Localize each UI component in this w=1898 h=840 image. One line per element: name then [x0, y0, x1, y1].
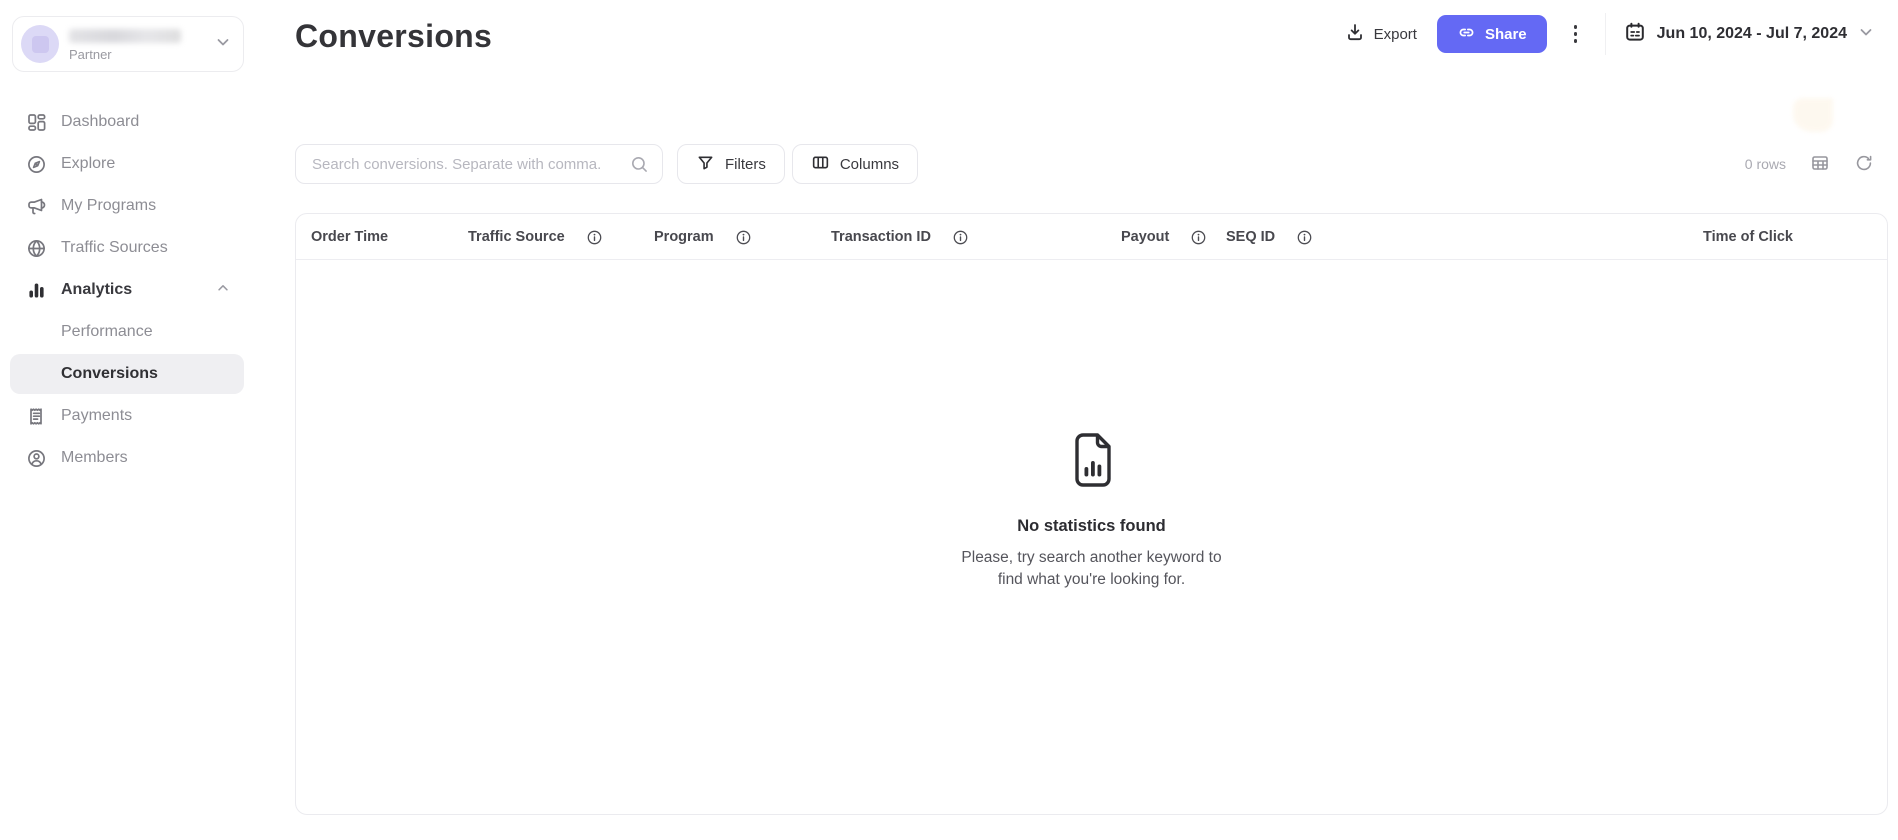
sidebar-item-explore[interactable]: Explore: [10, 144, 244, 184]
empty-state-message: Please, try search another keyword to fi…: [961, 547, 1221, 592]
table-body: No statistics found Please, try search a…: [296, 260, 1887, 815]
chevron-up-icon: [216, 281, 230, 300]
account-switcher[interactable]: Partner: [12, 16, 244, 72]
calendar-icon: [1624, 21, 1646, 48]
download-icon: [1345, 22, 1365, 46]
sidebar-item-payments[interactable]: Payments: [10, 396, 244, 436]
sidebar-item-members[interactable]: Members: [10, 438, 244, 478]
search-input[interactable]: [296, 145, 662, 183]
refresh-button[interactable]: [1852, 151, 1876, 178]
column-label: SEQ ID: [1226, 229, 1275, 245]
sidebar-item-conversions[interactable]: Conversions: [10, 354, 244, 394]
column-header-transaction-id: Transaction ID: [831, 214, 968, 260]
sidebar-item-label: Dashboard: [61, 113, 139, 131]
no-statistics-document-icon: [1068, 430, 1116, 495]
chevron-down-icon: [215, 34, 231, 55]
rows-count: 0 rows: [1745, 156, 1786, 172]
sidebar-item-analytics[interactable]: Analytics: [10, 270, 244, 310]
sidebar-item-label: Traffic Sources: [61, 239, 168, 257]
sidebar-item-label: Conversions: [61, 365, 158, 383]
sidebar: Partner Dashboard: [0, 0, 254, 840]
link-icon: [1457, 23, 1476, 46]
sidebar-item-my-programs[interactable]: My Programs: [10, 186, 244, 226]
funnel-icon: [696, 153, 715, 176]
column-label: Program: [654, 229, 714, 245]
column-label: Payout: [1121, 229, 1169, 245]
column-header-program: Program: [654, 214, 751, 260]
faint-artifact: [1793, 98, 1833, 132]
sidebar-item-label: Performance: [61, 323, 153, 341]
account-role-label: Partner: [69, 47, 215, 62]
search-box: [295, 144, 663, 184]
empty-state-message-line2: find what you're looking for.: [998, 571, 1185, 588]
header-actions: Export Share Jun 10, 2024 - Jul 7,: [1341, 14, 1876, 54]
filters-label: Filters: [725, 156, 766, 173]
columns-button[interactable]: Columns: [792, 144, 918, 184]
info-icon[interactable]: [736, 230, 751, 245]
export-label: Export: [1374, 26, 1417, 43]
column-header-order-time: Order Time: [311, 214, 388, 260]
megaphone-icon: [26, 196, 47, 217]
page-title: Conversions: [295, 18, 492, 55]
info-icon[interactable]: [587, 230, 602, 245]
columns-icon: [811, 153, 830, 176]
globe-icon: [26, 238, 47, 259]
column-header-time-of-click: Time of Click: [1703, 214, 1793, 260]
dashboard-grid-icon: [26, 112, 47, 133]
sidebar-nav: Dashboard Explore: [0, 100, 254, 480]
info-icon[interactable]: [953, 230, 968, 245]
column-label: Order Time: [311, 229, 388, 245]
empty-state-title: No statistics found: [1017, 517, 1166, 536]
column-label: Traffic Source: [468, 229, 565, 245]
table-grid-icon: [1810, 153, 1830, 176]
share-label: Share: [1485, 26, 1527, 43]
compass-icon: [26, 154, 47, 175]
chevron-down-icon: [1858, 24, 1874, 45]
info-icon[interactable]: [1191, 230, 1206, 245]
share-button[interactable]: Share: [1437, 15, 1547, 53]
search-icon: [630, 155, 649, 179]
sidebar-item-label: My Programs: [61, 197, 156, 215]
account-name-redacted: [69, 29, 181, 43]
header-divider: [1605, 13, 1606, 55]
date-range-label: Jun 10, 2024 - Jul 7, 2024: [1657, 25, 1847, 43]
sidebar-item-performance[interactable]: Performance: [10, 312, 244, 352]
more-options-button[interactable]: [1563, 15, 1589, 53]
columns-label: Columns: [840, 156, 899, 173]
table-header-row: Order Time Traffic Source Program: [296, 214, 1887, 260]
filters-button[interactable]: Filters: [677, 144, 785, 184]
sidebar-item-label: Analytics: [61, 281, 132, 299]
account-meta: Partner: [69, 27, 215, 62]
sidebar-item-traffic-sources[interactable]: Traffic Sources: [10, 228, 244, 268]
empty-state: No statistics found Please, try search a…: [961, 260, 1221, 592]
receipt-icon: [26, 406, 47, 427]
refresh-icon: [1854, 153, 1874, 176]
bar-chart-icon: [26, 280, 47, 301]
column-label: Transaction ID: [831, 229, 931, 245]
sidebar-item-label: Explore: [61, 155, 115, 173]
sidebar-item-label: Payments: [61, 407, 132, 425]
export-button[interactable]: Export: [1341, 16, 1421, 52]
column-header-seq-id: SEQ ID: [1226, 214, 1312, 260]
member-icon: [26, 448, 47, 469]
column-header-traffic-source: Traffic Source: [468, 214, 602, 260]
avatar: [21, 25, 59, 63]
table-density-button[interactable]: [1808, 151, 1832, 178]
empty-state-message-line1: Please, try search another keyword to: [961, 549, 1221, 566]
sidebar-item-label: Members: [61, 449, 128, 467]
conversions-table: Order Time Traffic Source Program: [295, 213, 1888, 815]
sidebar-item-dashboard[interactable]: Dashboard: [10, 102, 244, 142]
table-toolbar: Filters Columns 0 rows: [295, 144, 1876, 184]
info-icon[interactable]: [1297, 230, 1312, 245]
conversions-page: Partner Dashboard: [0, 0, 1898, 840]
date-range-picker[interactable]: Jun 10, 2024 - Jul 7, 2024: [1622, 17, 1876, 52]
column-label: Time of Click: [1703, 229, 1793, 245]
column-header-payout: Payout: [1121, 214, 1206, 260]
